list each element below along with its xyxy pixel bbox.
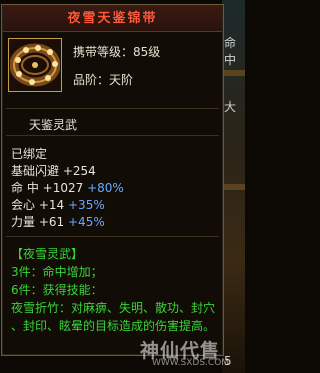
item-name: 夜雪天鉴锦带	[67, 11, 158, 26]
stat-bonus: +45%	[68, 215, 105, 229]
background-text: 大	[224, 100, 237, 114]
stat-value: +254	[62, 164, 96, 178]
stat-label: 力量	[11, 215, 36, 229]
stat-value: +14	[38, 198, 65, 212]
divider	[6, 135, 219, 136]
stat-row: 会心 +14 +35%	[11, 196, 105, 213]
stat-label: 基础闪避	[11, 164, 60, 178]
jeweled-belt-icon	[10, 40, 60, 90]
stat-row: 命 中 +1027 +80%	[11, 179, 124, 196]
stat-row: 基础闪避 +254	[11, 162, 96, 179]
stat-value: +1027	[42, 181, 84, 195]
watermark-url: WWW.SXDS.COM	[152, 358, 230, 368]
background-divider	[222, 184, 245, 190]
watermark: 神仙代售 WWW.SXDS.COM	[140, 336, 244, 372]
stat-value: +61	[38, 215, 65, 229]
item-icon-frame	[8, 38, 62, 92]
stat-label: 命 中	[11, 181, 39, 195]
item-grade: 品阶：天阶	[73, 73, 134, 87]
stat-row: 力量 +61 +45%	[11, 213, 105, 230]
carry-level: 携带等级：85级	[73, 45, 161, 59]
set-bonus-6: 6件：获得技能：	[11, 283, 103, 297]
stat-label: 会心	[11, 198, 36, 212]
set-bonus-3: 3件：命中增加；	[11, 265, 103, 279]
background-text: 命中	[224, 36, 237, 67]
set-skill-line: 夜雪折竹：对麻痹、失明、散功、封穴	[11, 301, 216, 315]
item-series: 天鉴灵武	[29, 118, 78, 132]
background-divider	[222, 70, 245, 76]
stat-bonus: +35%	[68, 198, 105, 212]
bind-status: 已绑定	[11, 147, 48, 161]
set-skill-line: 、封印、眩晕的目标造成的伤害提高。	[11, 319, 216, 333]
divider	[6, 236, 219, 237]
tooltip-title-bar: 夜雪天鉴锦带	[3, 6, 222, 32]
set-title: 【夜雪灵武】	[11, 247, 84, 261]
stat-bonus: +80%	[87, 181, 124, 195]
divider	[6, 108, 219, 109]
item-tooltip: 夜雪天鉴锦带 携带等级：85级 品阶：天阶 天鉴灵武 已绑定 基础闪避 +254…	[1, 4, 224, 356]
